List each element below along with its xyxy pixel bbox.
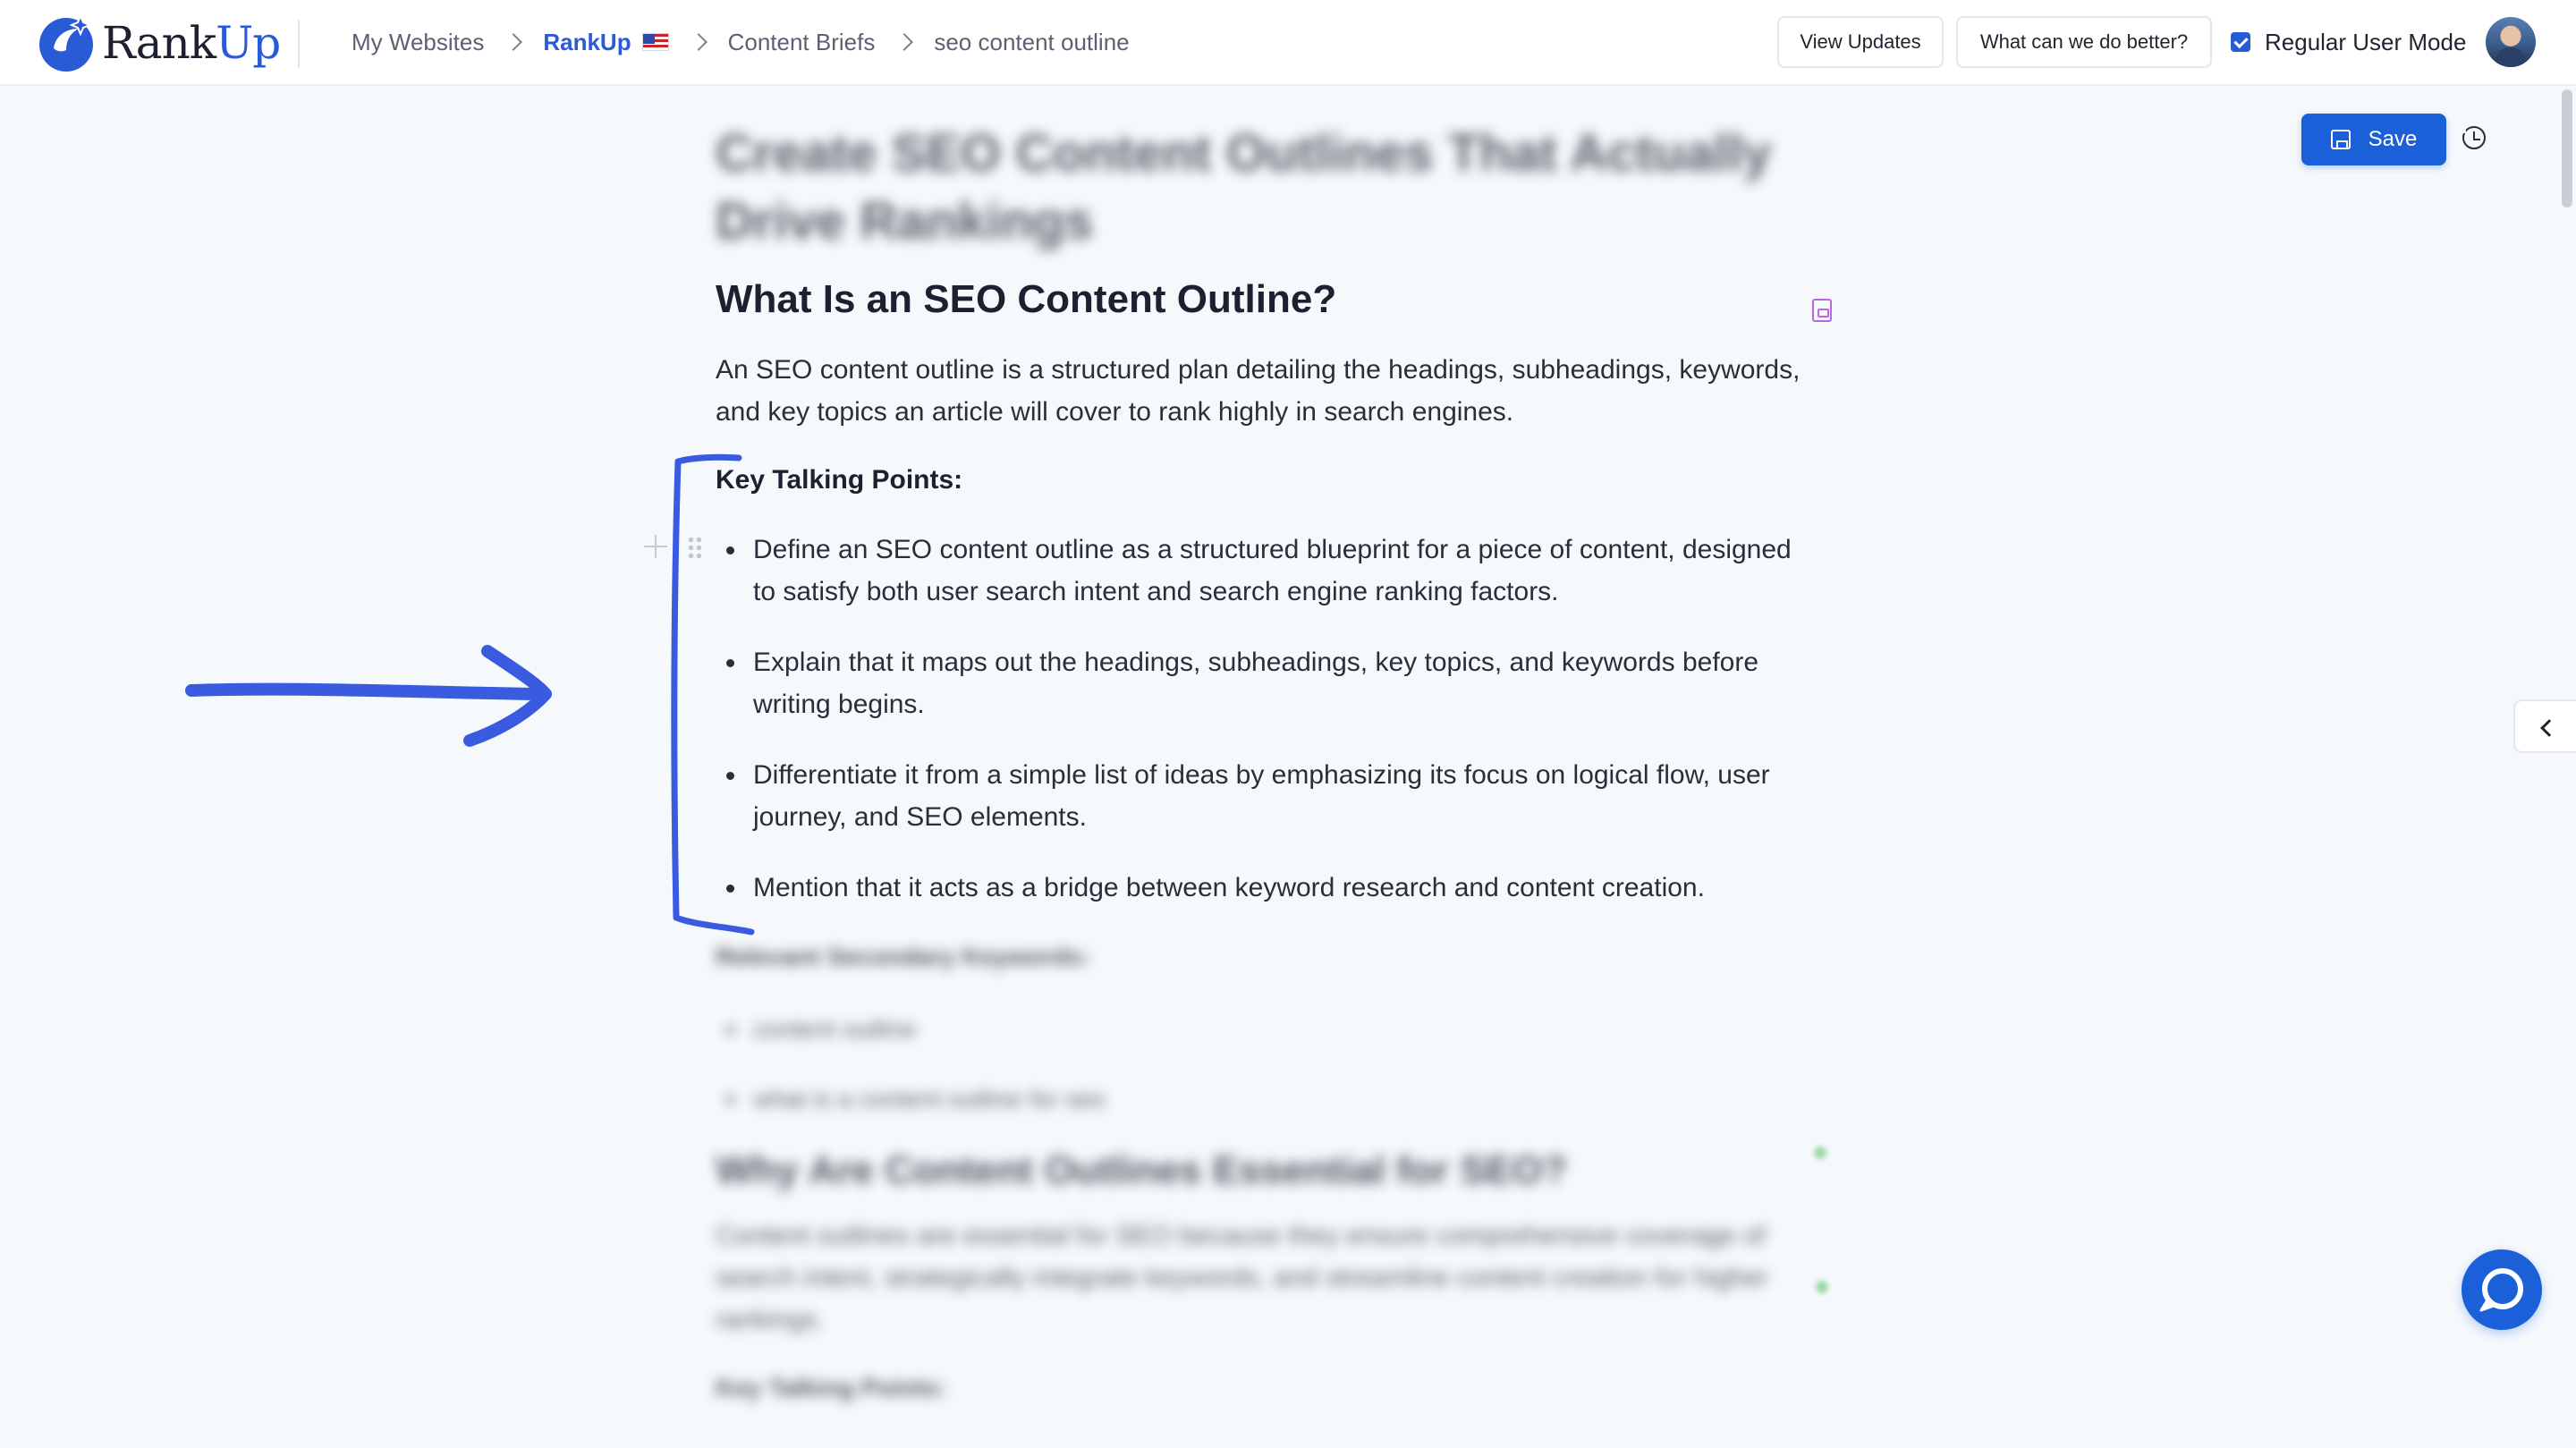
header-divider (298, 20, 300, 68)
content-editor: Create SEO Content Outlines That Actuall… (0, 86, 2576, 1448)
save-button-label: Save (2368, 127, 2418, 151)
key-talking-points-label[interactable]: Key Talking Points: (716, 465, 962, 495)
history-icon[interactable] (2459, 126, 2486, 149)
list-item[interactable]: what is a content outline for seo (726, 1078, 1809, 1120)
key-talking-points-label[interactable]: Key Talking Points: (716, 1374, 946, 1402)
section-intro[interactable]: An SEO content outline is a structured p… (716, 349, 1807, 433)
chat-support-button[interactable] (2462, 1249, 2542, 1330)
add-block-icon[interactable] (644, 535, 667, 558)
section-intro[interactable]: Content outlines are essential for SEO b… (716, 1215, 1807, 1341)
section-heading[interactable]: What Is an SEO Content Outline? (716, 277, 1336, 322)
drag-handle-icon[interactable] (687, 536, 703, 559)
list-item[interactable]: Differentiate it from a simple list of i… (726, 754, 1809, 838)
logo-word-main: Rank (102, 17, 216, 69)
list-item[interactable]: Mention that it acts as a bridge between… (726, 867, 1809, 909)
scrollbar-thumb[interactable] (2562, 89, 2572, 207)
list-item[interactable]: Explain that it maps out the headings, s… (726, 641, 1809, 725)
feedback-button[interactable]: What can we do better? (1956, 16, 2212, 68)
floppy-disk-icon (2330, 130, 2351, 149)
breadcrumb-content-briefs[interactable]: Content Briefs (728, 29, 876, 56)
list-item[interactable]: content outline (726, 1008, 1809, 1050)
rankup-logo[interactable]: RankUp (36, 11, 281, 75)
section-heading[interactable]: Why Are Content Outlines Essential for S… (716, 1148, 1567, 1193)
user-avatar[interactable] (2486, 17, 2536, 67)
save-button[interactable]: Save (2301, 114, 2446, 165)
chevron-right-icon (504, 33, 523, 51)
chat-bubble-icon (2479, 1268, 2523, 1312)
rankup-logo-icon (39, 13, 93, 72)
logo-wordmark: RankUp (102, 17, 281, 69)
checkbox-checked-icon[interactable] (2231, 32, 2250, 52)
user-mode-toggle[interactable]: Regular User Mode (2231, 24, 2466, 60)
status-dot (1814, 1147, 1826, 1159)
breadcrumb-my-websites[interactable]: My Websites (352, 29, 484, 56)
user-mode-label: Regular User Mode (2265, 28, 2467, 55)
status-dot (1816, 1281, 1828, 1293)
breadcrumb: My Websites RankUp Content Briefs seo co… (352, 0, 1130, 84)
document-icon[interactable] (1812, 299, 1832, 322)
view-updates-button[interactable]: View Updates (1777, 16, 1944, 68)
collapse-sidebar-button[interactable] (2513, 699, 2576, 753)
logo-word-accent: Up (216, 17, 281, 69)
chevron-right-icon (895, 33, 914, 51)
document-title[interactable]: Create SEO Content Outlines That Actuall… (716, 120, 1807, 256)
chevron-right-icon (689, 33, 708, 51)
secondary-keywords-label[interactable]: Relevant Secondary Keywords: (716, 943, 1090, 971)
breadcrumb-current-page: seo content outline (934, 28, 1130, 55)
list-item[interactable]: Define an SEO content outline as a struc… (726, 529, 1809, 613)
top-navigation-bar: RankUp My Websites RankUp Content Briefs… (0, 0, 2576, 86)
breadcrumb-rankup[interactable]: RankUp (543, 29, 631, 56)
us-flag-icon (641, 33, 669, 51)
